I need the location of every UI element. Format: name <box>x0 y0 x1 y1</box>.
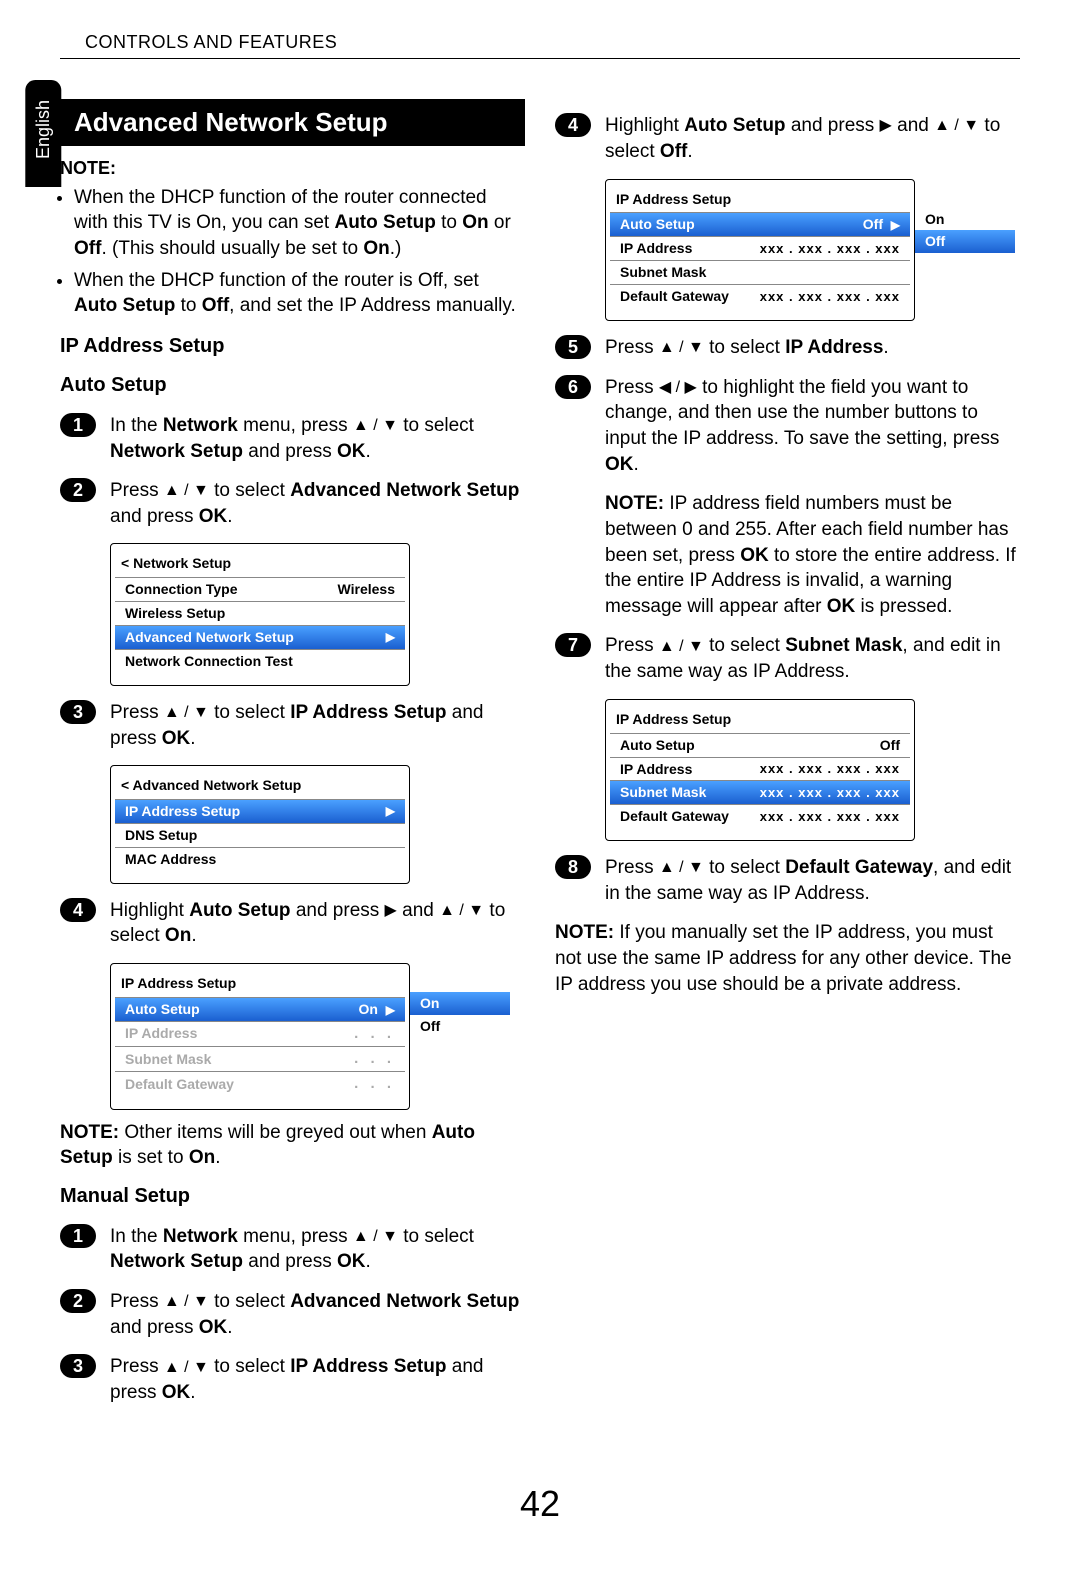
step-6: 6 Press ◀ / ▶ to highlight the field you… <box>555 375 1020 478</box>
menu-row: Subnet Mask <box>610 260 910 284</box>
chevron-right-icon: ▶ <box>891 218 900 232</box>
note-item: When the DHCP function of the router is … <box>74 268 525 319</box>
step-number: 4 <box>60 898 96 922</box>
menu-row-selected: Advanced Network Setup▶ <box>115 625 405 649</box>
subheading-auto: Auto Setup <box>60 372 525 399</box>
menu-row: Wireless Setup <box>115 601 405 625</box>
option-off: Off <box>915 230 1015 253</box>
option-popup: On Off <box>410 992 510 1038</box>
menu-title: IP Address Setup <box>610 708 910 733</box>
right-column: 4 Highlight Auto Setup and press ▶ and ▲… <box>555 99 1020 1419</box>
step-3: 3 Press ▲ / ▼ to select IP Address Setup… <box>60 1354 525 1405</box>
menu-row-selected: Subnet Maskxxx . xxx . xxx . xxx <box>610 780 910 804</box>
step-number: 4 <box>555 113 591 137</box>
step-number: 1 <box>60 1224 96 1248</box>
menu-ip-setup-subnet: IP Address Setup Auto SetupOff IP Addres… <box>605 699 915 841</box>
menu-row-selected: IP Address Setup▶ <box>115 799 405 823</box>
left-column: Advanced Network Setup NOTE: When the DH… <box>60 99 525 1419</box>
menu-row: Subnet Mask. . . <box>115 1046 405 1071</box>
step-number: 8 <box>555 855 591 879</box>
auto-note: NOTE: Other items will be greyed out whe… <box>60 1120 525 1171</box>
final-note: NOTE: If you manually set the IP address… <box>555 920 1020 997</box>
option-popup: On Off <box>915 208 1015 254</box>
step-number: 5 <box>555 335 591 359</box>
page-header: CONTROLS AND FEATURES <box>60 30 1020 59</box>
menu-ip-setup-on: IP Address Setup Auto SetupOn ▶ IP Addre… <box>110 963 410 1110</box>
menu-row: DNS Setup <box>115 823 405 847</box>
menu-network-setup: < Network Setup Connection TypeWireless … <box>110 543 410 685</box>
ip-range-note: NOTE: IP address field numbers must be b… <box>605 491 1020 619</box>
menu-row: Default Gatewayxxx . xxx . xxx . xxx <box>610 804 910 828</box>
step-8: 8 Press ▲ / ▼ to select Default Gateway,… <box>555 855 1020 906</box>
menu-title: IP Address Setup <box>115 972 405 997</box>
subheading-ip: IP Address Setup <box>60 333 525 360</box>
menu-row-selected: Auto SetupOn ▶ <box>115 997 405 1021</box>
menu-title: IP Address Setup <box>610 188 910 213</box>
step-4: 4 Highlight Auto Setup and press ▶ and ▲… <box>60 898 525 949</box>
menu-row: IP Address. . . <box>115 1021 405 1046</box>
page-number: 42 <box>60 1480 1020 1529</box>
menu-title: < Advanced Network Setup <box>115 774 405 799</box>
option-on: On <box>410 992 510 1015</box>
menu-row: Default Gatewayxxx . xxx . xxx . xxx <box>610 284 910 308</box>
step-number: 2 <box>60 1289 96 1313</box>
step-4: 4 Highlight Auto Setup and press ▶ and ▲… <box>555 113 1020 164</box>
menu-row: Default Gateway. . . <box>115 1071 405 1096</box>
step-1: 1 In the Network menu, press ▲ / ▼ to se… <box>60 1224 525 1275</box>
option-off: Off <box>410 1015 510 1038</box>
language-tab: English <box>25 80 61 187</box>
step-7: 7 Press ▲ / ▼ to select Subnet Mask, and… <box>555 633 1020 684</box>
step-1: 1 In the Network menu, press ▲ / ▼ to se… <box>60 413 525 464</box>
menu-row: MAC Address <box>115 847 405 871</box>
note-list: When the DHCP function of the router con… <box>74 185 525 319</box>
menu-row: IP Addressxxx . xxx . xxx . xxx <box>610 757 910 781</box>
step-number: 7 <box>555 633 591 657</box>
step-number: 3 <box>60 1354 96 1378</box>
step-2: 2 Press ▲ / ▼ to select Advanced Network… <box>60 478 525 529</box>
chevron-right-icon: ▶ <box>386 1003 395 1017</box>
note-item: When the DHCP function of the router con… <box>74 185 525 262</box>
step-number: 2 <box>60 478 96 502</box>
step-number: 3 <box>60 700 96 724</box>
step-number: 1 <box>60 413 96 437</box>
step-5: 5 Press ▲ / ▼ to select IP Address. <box>555 335 1020 361</box>
menu-row: IP Addressxxx . xxx . xxx . xxx <box>610 236 910 260</box>
option-on: On <box>915 208 1015 231</box>
step-3: 3 Press ▲ / ▼ to select IP Address Setup… <box>60 700 525 751</box>
step-number: 6 <box>555 375 591 399</box>
menu-row: Auto SetupOff <box>610 733 910 757</box>
menu-row: Connection TypeWireless <box>115 577 405 601</box>
menu-title: < Network Setup <box>115 552 405 577</box>
subheading-manual: Manual Setup <box>60 1183 525 1210</box>
section-banner: Advanced Network Setup <box>60 99 525 146</box>
chevron-right-icon: ▶ <box>386 803 395 819</box>
step-2: 2 Press ▲ / ▼ to select Advanced Network… <box>60 1289 525 1340</box>
menu-adv-net-setup: < Advanced Network Setup IP Address Setu… <box>110 765 410 884</box>
menu-row-selected: Auto SetupOff ▶ <box>610 212 910 236</box>
chevron-right-icon: ▶ <box>386 629 395 645</box>
note-heading: NOTE: <box>60 156 525 180</box>
menu-row: Network Connection Test <box>115 649 405 673</box>
menu-ip-setup-off: IP Address Setup Auto SetupOff ▶ IP Addr… <box>605 179 915 321</box>
